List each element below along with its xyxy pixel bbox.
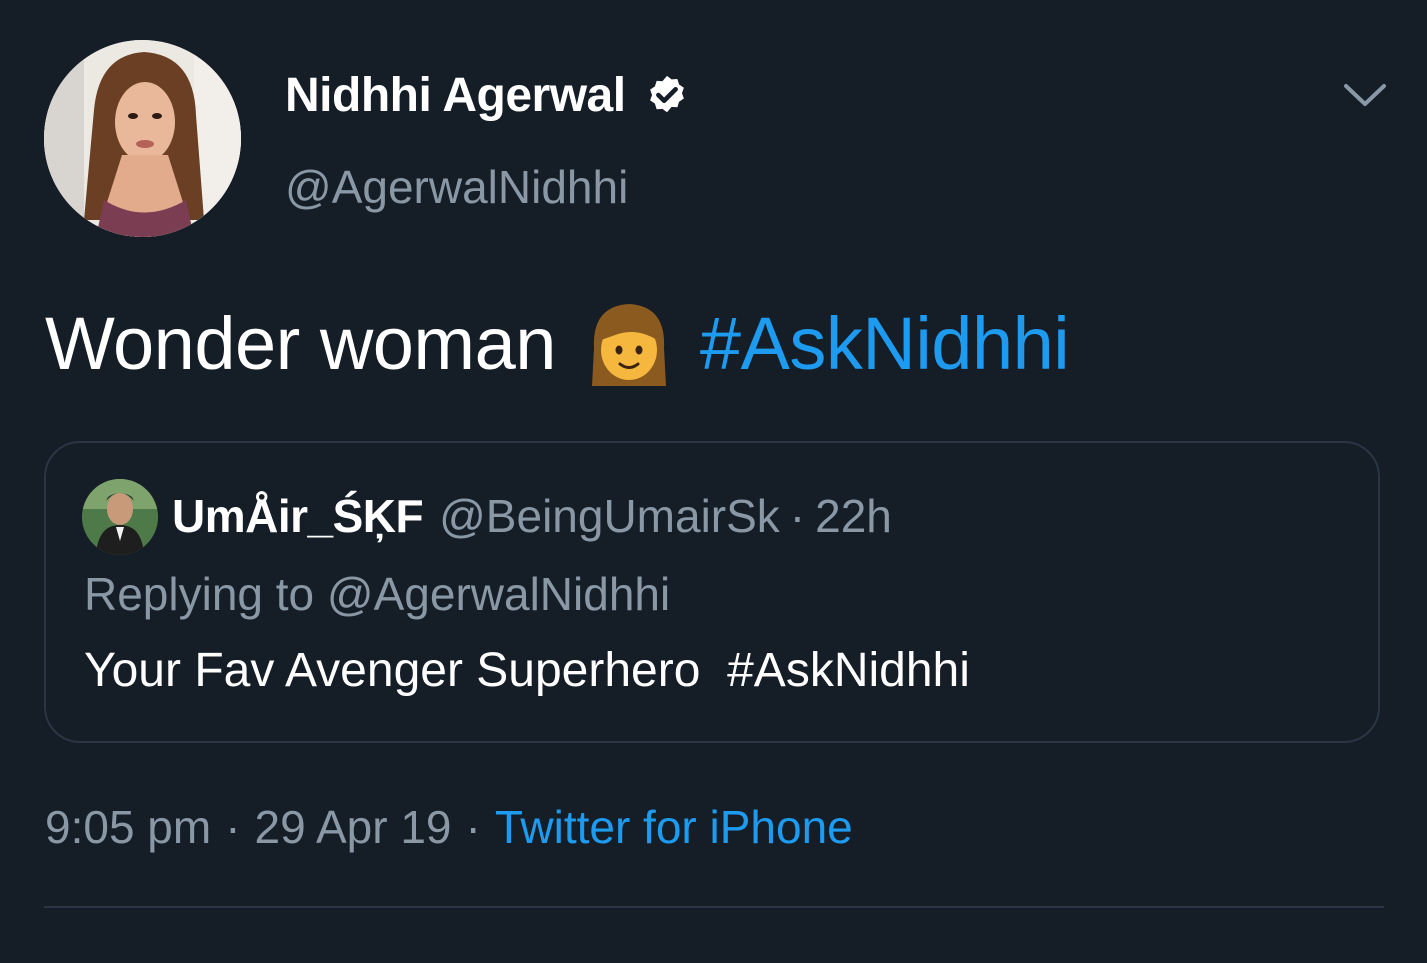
meta-separator: · [225,801,241,853]
quoted-replying-to: Replying to @AgerwalNidhhi [84,568,671,620]
quoted-author-avatar [82,479,158,555]
author-name-text[interactable]: Nidhhi Agerwal [285,68,626,123]
tweet-date[interactable]: 29 Apr 19 [255,800,452,854]
author-avatar[interactable] [44,40,241,237]
woman-emoji-icon [591,304,666,386]
divider [44,906,1384,908]
tweet-hashtag[interactable]: #AskNidhhi [700,301,1070,386]
profile-photo-icon [82,479,158,555]
quoted-author-name[interactable]: UmÅir_ŚĶF [172,489,424,543]
tweet-source-link[interactable]: Twitter for iPhone [495,800,853,854]
profile-photo-icon [44,40,241,237]
quoted-tweet-text: Your Fav Avenger Superhero #AskNidhhi [84,644,970,697]
quoted-author-handle[interactable]: @BeingUmairSk [439,489,780,543]
meta-separator: · [465,801,481,853]
tweet-text: Wonder woman [45,301,556,385]
verified-badge-icon [649,75,684,112]
tweet-time[interactable]: 9:05 pm [45,800,211,854]
author-display-name[interactable]: Nidhhi Agerwal [285,68,690,123]
tweet-body: Wonder woman #AskNidhhi [45,298,1070,388]
tweet-detail: Nidhhi Agerwal @AgerwalNidhhi Wonder wom… [0,0,1427,963]
quoted-tweet-card[interactable]: UmÅir_ŚĶF @BeingUmairSk · 22h Replying t… [44,441,1380,743]
quoted-separator: · [789,490,806,542]
tweet-meta: 9:05 pm · 29 Apr 19 · Twitter for iPhone [45,800,853,854]
quoted-tweet-header: UmÅir_ŚĶF @BeingUmairSk · 22h [172,489,892,543]
quoted-timestamp: 22h [815,490,892,542]
chevron-down-icon[interactable] [1340,78,1390,112]
author-handle[interactable]: @AgerwalNidhhi [285,160,628,214]
